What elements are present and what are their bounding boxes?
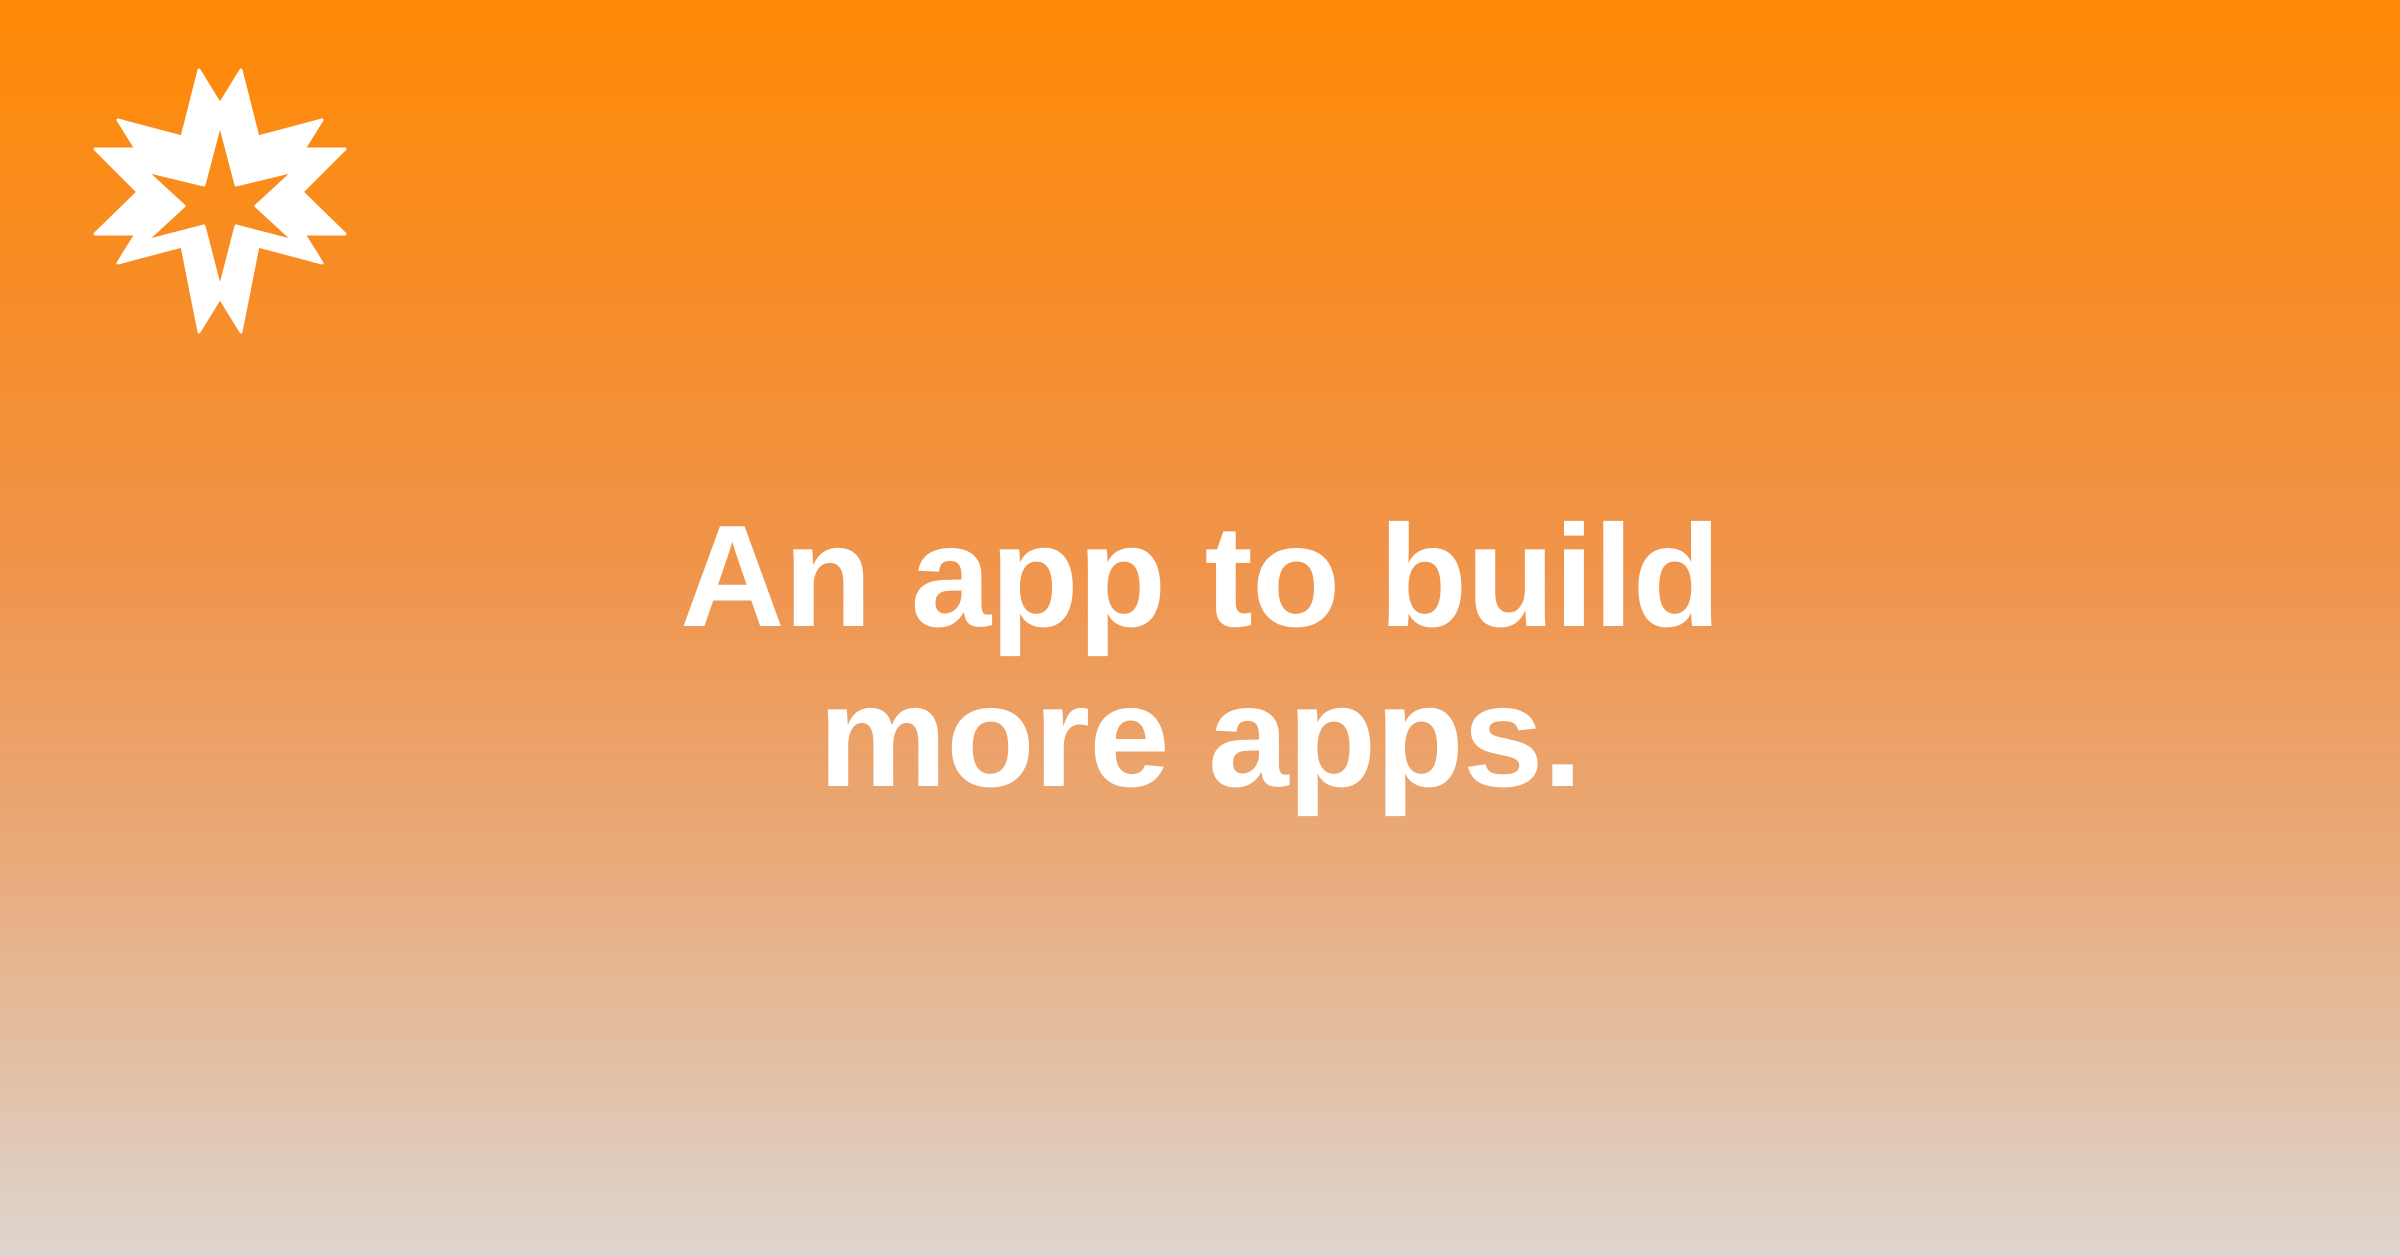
starburst-logo-icon xyxy=(92,66,348,334)
hero-headline-line-1: An app to build xyxy=(679,495,1721,657)
hero-headline: An app to build more apps. xyxy=(0,496,2400,816)
hero-headline-line-2: more apps. xyxy=(818,655,1583,817)
